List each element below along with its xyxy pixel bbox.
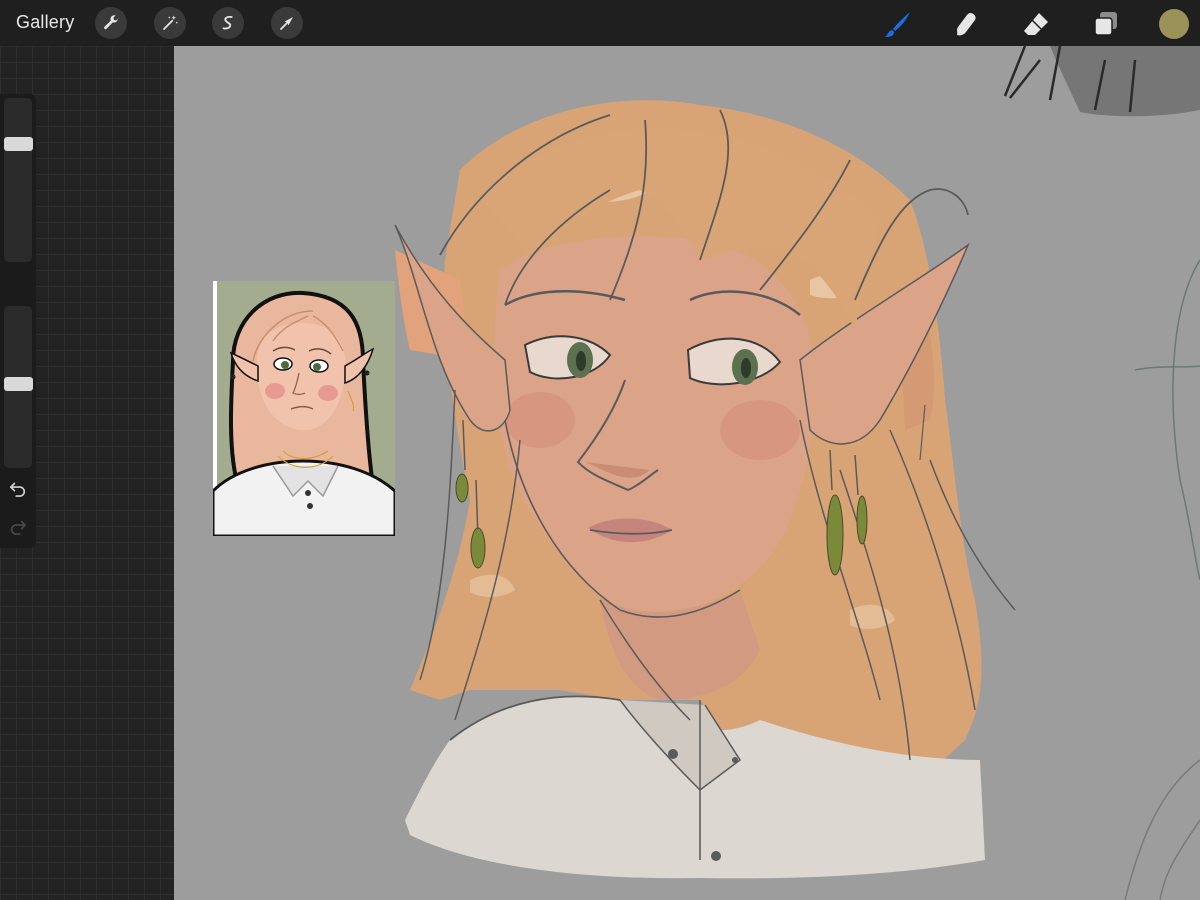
transform-arrow-icon [280,17,293,30]
sidebar [0,94,36,548]
selection-icon [222,15,233,30]
top-toolbar: Gallery [0,0,1200,46]
reference-image[interactable] [213,281,395,536]
redo-icon[interactable] [9,517,27,535]
brush-size-thumb[interactable] [4,137,33,151]
undo-icon[interactable] [9,479,27,497]
adjustments-button[interactable] [154,7,186,39]
layers-button[interactable] [1090,8,1122,40]
brush-tool-button[interactable] [882,8,914,40]
smudge-icon [957,13,976,36]
opacity-thumb[interactable] [4,377,33,392]
selection-button[interactable] [212,7,244,39]
eraser-icon [1024,13,1048,35]
wrench-icon [104,15,119,30]
brush-size-slider[interactable] [4,98,32,262]
gallery-button[interactable]: Gallery [16,12,74,33]
layers-icon [1094,12,1117,36]
actions-button[interactable] [95,7,127,39]
transform-button[interactable] [271,7,303,39]
elf-portrait-reference [213,281,395,536]
magic-wand-icon [163,15,179,30]
eraser-tool-button[interactable] [1020,8,1052,40]
brush-icon [885,12,910,37]
smudge-tool-button[interactable] [950,8,982,40]
color-swatch[interactable] [1159,9,1189,39]
